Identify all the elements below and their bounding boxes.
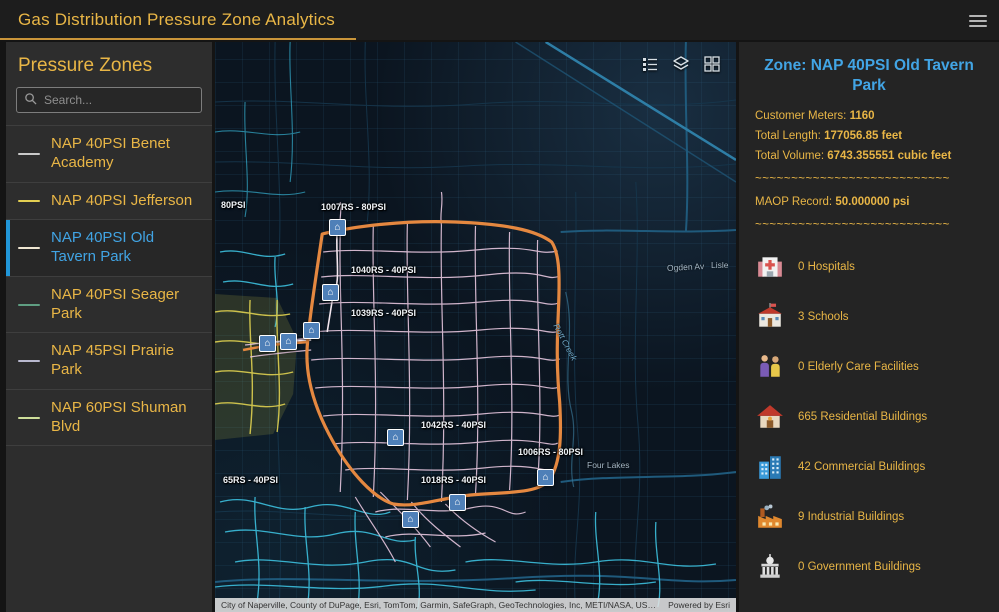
- zone-item-shuman-blvd[interactable]: NAP 60PSI Shuman Blvd: [6, 390, 212, 447]
- app-window: Gas Distribution Pressure Zone Analytics…: [0, 0, 999, 612]
- facility-label: 42 Commercial Buildings: [798, 461, 925, 473]
- sidebar-title: Pressure Zones: [6, 42, 212, 85]
- zone-details-title: Zone: NAP 40PSI Old Tavern Park: [761, 56, 977, 96]
- zone-item-label: NAP 40PSI Jefferson: [51, 192, 192, 211]
- house-marker[interactable]: ⌂: [449, 494, 466, 511]
- house-marker[interactable]: ⌂: [329, 219, 346, 236]
- map-zone-label: 1040RS - 40PSI: [351, 265, 416, 275]
- zone-item-label: NAP 40PSI Benet Academy: [51, 135, 202, 173]
- zone-item-prairie-park[interactable]: NAP 45PSI Prairie Park: [6, 333, 212, 390]
- facility-label: 0 Government Buildings: [798, 561, 921, 573]
- basemap-icon[interactable]: [702, 54, 722, 74]
- stat-total-length: Total Length: 177056.85 feet: [755, 130, 983, 142]
- facility-label: 9 Industrial Buildings: [798, 511, 904, 523]
- facility-row-government: 0 Government Buildings: [755, 542, 983, 592]
- facility-row-schools: 3 Schools: [755, 292, 983, 342]
- pressure-zones-sidebar: Pressure Zones NAP 40PSI Benet Academy N…: [6, 42, 212, 612]
- zone-details-panel: Zone: NAP 40PSI Old Tavern Park Customer…: [739, 42, 999, 612]
- house-marker[interactable]: ⌂: [259, 335, 276, 352]
- house-marker[interactable]: ⌂: [402, 511, 419, 528]
- facility-label: 0 Elderly Care Facilities: [798, 361, 919, 373]
- zone-line-swatch: [18, 360, 40, 362]
- map-zone-label: 1006RS - 80PSI: [518, 447, 583, 457]
- elderly-care-icon: [755, 352, 785, 382]
- zone-item-label: NAP 40PSI Old Tavern Park: [51, 229, 202, 267]
- zone-search: [16, 87, 202, 113]
- facility-row-industrial: 9 Industrial Buildings: [755, 492, 983, 542]
- zone-item-benet-academy[interactable]: NAP 40PSI Benet Academy: [6, 126, 212, 183]
- zone-line-swatch: [18, 200, 40, 202]
- house-marker[interactable]: ⌂: [322, 284, 339, 301]
- facility-label: 665 Residential Buildings: [798, 411, 927, 423]
- industrial-icon: [755, 502, 785, 532]
- facility-label: 0 Hospitals: [798, 261, 855, 273]
- stat-total-volume: Total Volume: 6743.355551 cubic feet: [755, 150, 983, 162]
- zone-list: NAP 40PSI Benet Academy NAP 40PSI Jeffer…: [6, 125, 212, 446]
- map-canvas[interactable]: 80PSI 1007RS - 80PSI 1040RS - 40PSI 1039…: [215, 42, 736, 612]
- app-title: Gas Distribution Pressure Zone Analytics: [0, 10, 335, 30]
- tilde-divider: ~~~~~~~~~~~~~~~~~~~~~~~~~~~: [755, 219, 983, 231]
- map-place-label: Lisle: [711, 260, 728, 270]
- school-icon: [755, 302, 785, 332]
- residential-icon: [755, 402, 785, 432]
- zone-item-seager-park[interactable]: NAP 40PSI Seager Park: [6, 277, 212, 334]
- powered-by-esri: Powered by Esri: [668, 600, 730, 610]
- legend-icon[interactable]: [640, 54, 660, 74]
- app-header: Gas Distribution Pressure Zone Analytics: [0, 0, 999, 40]
- stat-maop-record: MAOP Record: 50.000000 psi: [755, 196, 983, 208]
- tilde-divider: ~~~~~~~~~~~~~~~~~~~~~~~~~~~: [755, 173, 983, 185]
- map-zone-label: 65RS - 40PSI: [223, 475, 278, 485]
- government-icon: [755, 552, 785, 582]
- map-features: [215, 42, 736, 612]
- zone-line-swatch: [18, 417, 40, 419]
- map-road-label: Ogden Av: [667, 261, 705, 273]
- facility-row-residential: 665 Residential Buildings: [755, 392, 983, 442]
- map-place-label: Four Lakes: [587, 460, 630, 470]
- facility-row-hospitals: 0 Hospitals: [755, 242, 983, 292]
- zone-item-jefferson[interactable]: NAP 40PSI Jefferson: [6, 183, 212, 221]
- commercial-icon: [755, 452, 785, 482]
- facility-row-commercial: 42 Commercial Buildings: [755, 442, 983, 492]
- zone-item-old-tavern-park[interactable]: NAP 40PSI Old Tavern Park: [6, 220, 212, 277]
- title-underline: [0, 38, 356, 40]
- map-attribution: City of Naperville, County of DuPage, Es…: [215, 598, 736, 612]
- zone-item-label: NAP 45PSI Prairie Park: [51, 342, 202, 380]
- hospital-icon: [755, 252, 785, 282]
- zone-item-label: NAP 60PSI Shuman Blvd: [51, 399, 202, 437]
- map-toolbar: [640, 54, 722, 74]
- map-zone-label: 1018RS - 40PSI: [421, 475, 486, 485]
- house-marker[interactable]: ⌂: [387, 429, 404, 446]
- zone-line-swatch: [18, 304, 40, 306]
- facility-label: 3 Schools: [798, 311, 849, 323]
- facility-row-elderly-care: 0 Elderly Care Facilities: [755, 342, 983, 392]
- search-input[interactable]: [16, 87, 202, 113]
- zone-boundary: [307, 222, 561, 505]
- hamburger-menu-icon[interactable]: [969, 12, 987, 30]
- house-marker[interactable]: ⌂: [303, 322, 320, 339]
- search-icon: [24, 92, 37, 105]
- layers-icon[interactable]: [671, 54, 691, 74]
- stat-customer-meters: Customer Meters: 1160: [755, 110, 983, 122]
- map-zone-label: 80PSI: [221, 200, 246, 210]
- house-marker[interactable]: ⌂: [537, 469, 554, 486]
- attribution-text: City of Naperville, County of DuPage, Es…: [221, 600, 658, 610]
- map-zone-label: 1039RS - 40PSI: [351, 308, 416, 318]
- zone-item-label: NAP 40PSI Seager Park: [51, 286, 202, 324]
- zone-line-swatch: [18, 153, 40, 155]
- map-zone-label: 1007RS - 80PSI: [321, 202, 386, 212]
- map-zone-label: 1042RS - 40PSI: [421, 420, 486, 430]
- house-marker[interactable]: ⌂: [280, 333, 297, 350]
- zone-line-swatch: [18, 247, 40, 249]
